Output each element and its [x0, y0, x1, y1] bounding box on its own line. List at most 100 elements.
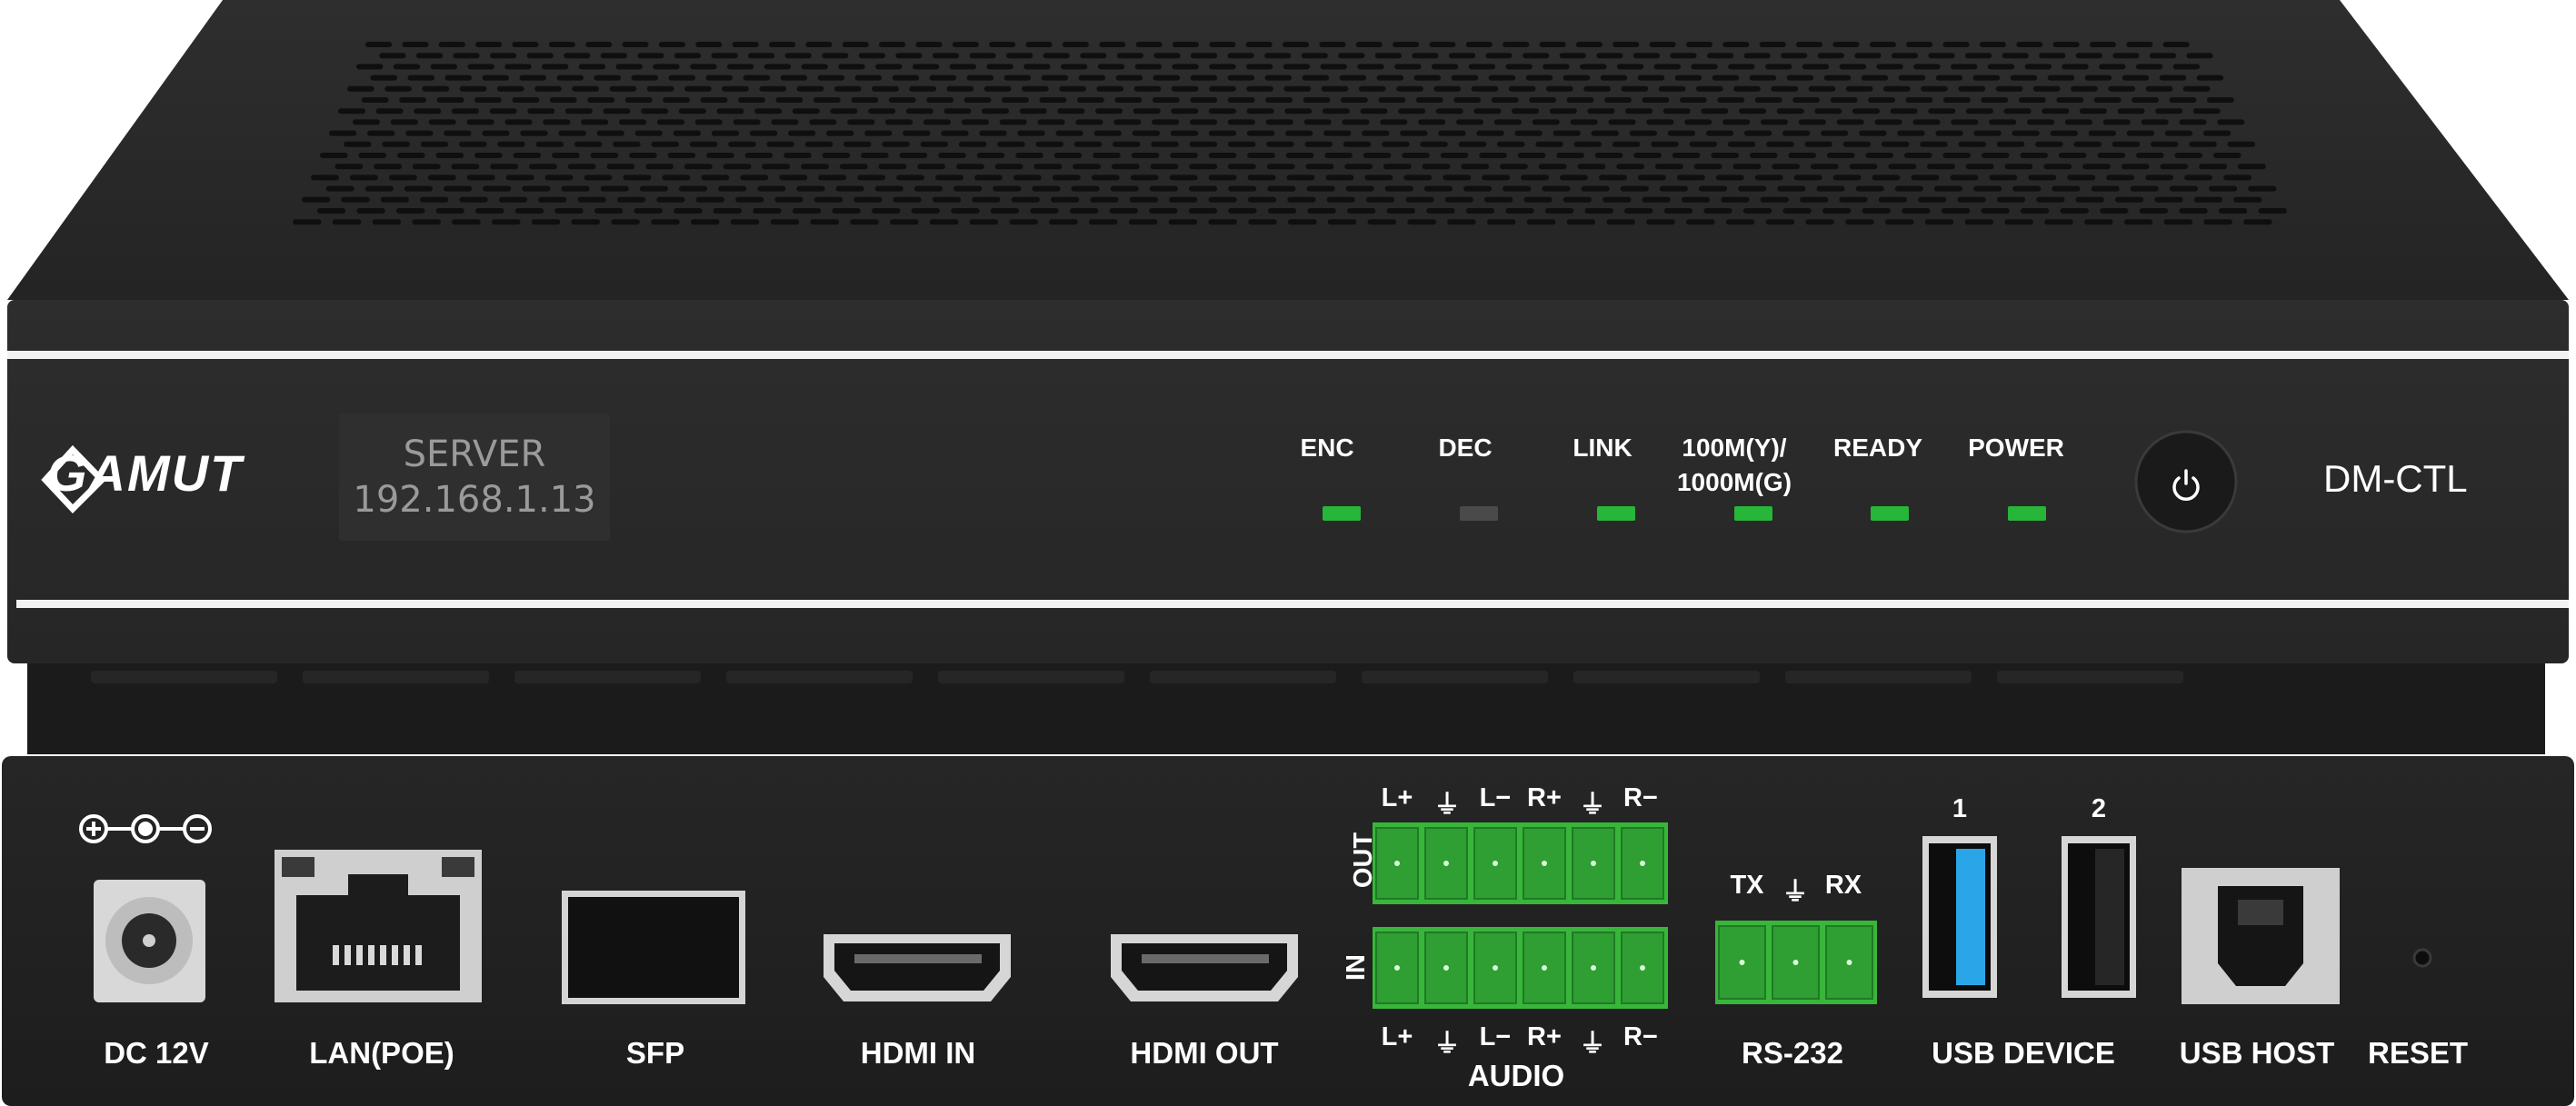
vent-slot [613, 141, 641, 147]
vent-slot [2237, 164, 2266, 170]
dc-12v-jack[interactable] [94, 880, 205, 1002]
vent-slot [2010, 75, 2038, 81]
vent-slot [958, 141, 987, 147]
vent-slot [572, 85, 599, 92]
vent-slot [701, 174, 730, 181]
vent-slot [1556, 153, 1584, 158]
vent-slot [1073, 141, 1103, 147]
vent-slot [2082, 164, 2111, 170]
vent-slot [1765, 219, 1795, 225]
audio-out-pin-label: R− [1623, 783, 1658, 812]
vent-slot [839, 164, 868, 170]
vent-slot [1245, 42, 1273, 47]
vent-slot [1325, 174, 1354, 181]
vent-slot [329, 130, 357, 136]
reset-button[interactable] [2412, 948, 2432, 968]
vent-slot [1911, 174, 1940, 181]
vent-slot [757, 185, 786, 192]
vent-slot [2016, 42, 2043, 47]
vent-slot [482, 130, 510, 136]
vent-slot [1989, 174, 2018, 181]
rs232-terminal[interactable] [1715, 921, 1877, 1004]
usb-host-port[interactable] [2182, 868, 2340, 1004]
vent-slot [1357, 64, 1384, 70]
vent-slot [338, 108, 365, 115]
vent-slot [1364, 174, 1393, 181]
usb-device-port-1[interactable] [1922, 836, 1997, 998]
vent-slot [929, 219, 959, 225]
vent-slot [1772, 164, 1800, 170]
vent-slot [2039, 53, 2066, 59]
status-led [1871, 506, 1909, 521]
hdmi-in-port[interactable] [824, 934, 1011, 1001]
vent-slot [332, 219, 362, 225]
vent-slot [690, 64, 717, 70]
vent-slot [1845, 85, 1873, 92]
vent-slot [2004, 219, 2033, 225]
audio-out-terminal[interactable] [1373, 822, 1668, 904]
vent-slot [1342, 119, 1370, 125]
vent-slot [1503, 185, 1532, 192]
vent-slot [2091, 185, 2120, 192]
vent-slot [2227, 141, 2256, 147]
vent-slot [2258, 208, 2287, 214]
vent-slot [804, 141, 834, 147]
vent-slot [2073, 141, 2102, 147]
vent-slot [325, 185, 354, 192]
vent-slot [578, 64, 606, 70]
vent-slot [1672, 153, 1701, 158]
lan-poe-port[interactable] [275, 850, 482, 1002]
vent-slot [619, 119, 647, 125]
vent-slot [1792, 97, 1820, 103]
power-button[interactable] [2134, 430, 2238, 533]
vent-slot [838, 64, 865, 70]
vent-slot [1996, 141, 2025, 147]
sfp-port[interactable] [562, 891, 745, 1004]
vent-slot [979, 130, 1007, 136]
vent-slot [1208, 130, 1237, 136]
vent-slot [1078, 75, 1106, 81]
vent-slot [1972, 75, 2001, 81]
vent-slot [1596, 53, 1623, 59]
vent-slot [1307, 208, 1336, 214]
vent-slot [554, 208, 584, 214]
audio-out-pin-label: L+ [1381, 783, 1413, 812]
audio-out-pin-label: R+ [1527, 783, 1562, 812]
vent-slot [352, 119, 380, 125]
vent-slot [2088, 130, 2116, 136]
vent-slot [1091, 174, 1120, 181]
vent-slot [1341, 97, 1368, 103]
vent-slot [759, 85, 787, 92]
vent-slot [520, 130, 548, 136]
vent-slot [982, 108, 1009, 115]
vent-slot [367, 130, 395, 136]
vent-slot [2058, 153, 2087, 158]
status-led [2008, 506, 2046, 521]
terminal-screw-head [1640, 861, 1645, 866]
vent-slot [961, 119, 989, 125]
vent-slot [1902, 208, 1931, 214]
vent-slot [1575, 42, 1603, 47]
hdmi-in-label: HDMI IN [860, 1036, 976, 1070]
usb-device-port-2[interactable] [2062, 836, 2136, 998]
vent-slot [1405, 196, 1434, 203]
hdmi-out-port[interactable] [1111, 934, 1298, 1001]
vent-slot [2050, 130, 2078, 136]
vent-slot [2044, 219, 2073, 225]
vent-slot [1523, 53, 1550, 59]
vent-slot [631, 75, 658, 81]
vent-slot [1918, 196, 1947, 203]
vent-slot [653, 64, 680, 70]
vent-slot [1891, 53, 1919, 59]
vent-slot [932, 53, 960, 59]
vent-slot [1689, 141, 1717, 147]
vent-slot [972, 196, 1001, 203]
vent-slot [564, 53, 591, 59]
vent-slot [2179, 208, 2208, 214]
terminal-screw-head [1394, 861, 1400, 866]
vent-slot [1115, 75, 1143, 81]
vent-slot [888, 97, 916, 103]
audio-in-terminal[interactable] [1373, 927, 1668, 1009]
vent-slot [622, 42, 649, 47]
audio-out-pin-label: ⏚ [1433, 791, 1461, 820]
